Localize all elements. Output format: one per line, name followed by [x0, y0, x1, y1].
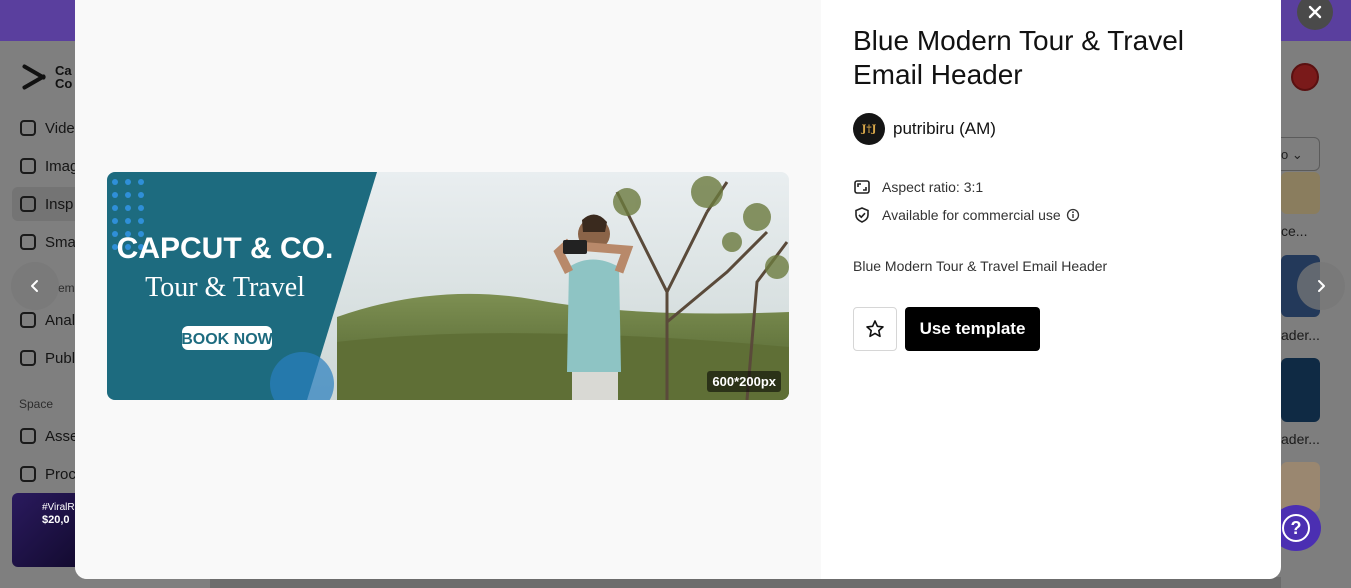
- template-title: Blue Modern Tour & Travel Email Header: [853, 25, 1184, 90]
- sidebar-section-label: em: [58, 281, 75, 295]
- logo-text-2: Co: [55, 76, 73, 91]
- analytics-icon: [20, 312, 36, 328]
- use-template-button[interactable]: Use template: [905, 307, 1040, 351]
- calendar-icon: [20, 350, 36, 366]
- template-thumb[interactable]: [1281, 358, 1320, 422]
- sidebar-item-label: Vide: [45, 119, 75, 137]
- chevron-left-icon: [31, 280, 38, 292]
- sidebar-item-label: Anal: [45, 311, 76, 329]
- sidebar-item-label: Sma: [45, 233, 76, 251]
- template-description: Blue Modern Tour & Travel Email Header: [853, 258, 1108, 274]
- info-icon[interactable]: [1066, 208, 1080, 222]
- sidebar-item-label: Proc: [45, 465, 76, 483]
- template-preview-image: CAPCUT & CO. Tour & Travel BOOK NOW 600*…: [107, 172, 789, 400]
- author-avatar-mark: J†J: [861, 123, 877, 135]
- previous-template-button[interactable]: [11, 262, 59, 310]
- commercial-use-text: Available for commercial use: [882, 207, 1061, 223]
- capcut-logo-icon: [19, 64, 49, 90]
- promo-line-2: $20,0: [42, 514, 70, 526]
- template-title: ce...: [1281, 223, 1308, 239]
- shield-check-icon: [855, 207, 869, 223]
- template-thumb[interactable]: [1281, 172, 1320, 214]
- preview-tagline-text: Tour & Travel: [145, 272, 305, 303]
- aspect-ratio-icon: [854, 180, 870, 194]
- promo-card[interactable]: #ViralR $20,0: [12, 493, 82, 567]
- favorite-button[interactable]: [853, 307, 897, 351]
- author-name[interactable]: putribiru (AM): [893, 119, 996, 139]
- magic-icon: [20, 234, 36, 250]
- cloud-icon: [20, 428, 36, 444]
- commercial-use-row: Available for commercial use: [853, 206, 1080, 224]
- preview-cta-text: BOOK NOW: [181, 331, 273, 348]
- preview-pane: CAPCUT & CO. Tour & Travel BOOK NOW 600*…: [75, 0, 821, 579]
- next-template-button[interactable]: [1297, 262, 1345, 310]
- close-icon: [1308, 5, 1322, 19]
- chevron-right-icon: [1318, 280, 1325, 292]
- sidebar-item-label: Imag: [45, 157, 79, 175]
- star-icon: [866, 320, 884, 338]
- template-title: ader...: [1281, 431, 1320, 447]
- sidebar-item-label: Insp: [45, 195, 74, 213]
- sidebar-item-label: Asse: [45, 427, 79, 445]
- sidebar-item-label: Publ: [45, 349, 76, 367]
- author-row[interactable]: J†J putribiru (AM): [853, 113, 996, 145]
- info-pane: Blue Modern Tour & Travel Email Header J…: [821, 0, 1281, 579]
- image-icon: [20, 158, 36, 174]
- video-icon: [20, 120, 36, 136]
- preview-brand-text: CAPCUT & CO.: [117, 232, 334, 265]
- template-title: ader...: [1281, 327, 1320, 343]
- aspect-ratio-row: Aspect ratio: 3:1: [853, 178, 983, 196]
- inspiration-icon: [20, 196, 36, 212]
- sort-select-value: o: [1281, 147, 1289, 162]
- author-avatar[interactable]: J†J: [853, 113, 885, 145]
- sidebar-section-space: Space: [19, 397, 54, 411]
- help-icon: ?: [1282, 514, 1310, 542]
- template-modal: CAPCUT & CO. Tour & Travel BOOK NOW 600*…: [75, 0, 1281, 579]
- aspect-ratio-text: Aspect ratio: 3:1: [882, 179, 984, 195]
- size-badge: 600*200px: [707, 371, 781, 392]
- user-avatar[interactable]: [1291, 63, 1319, 91]
- app-logo: Ca Co: [19, 64, 72, 90]
- products-icon: [20, 466, 36, 482]
- preview-banner-graphic: CAPCUT & CO. Tour & Travel BOOK NOW: [107, 172, 789, 400]
